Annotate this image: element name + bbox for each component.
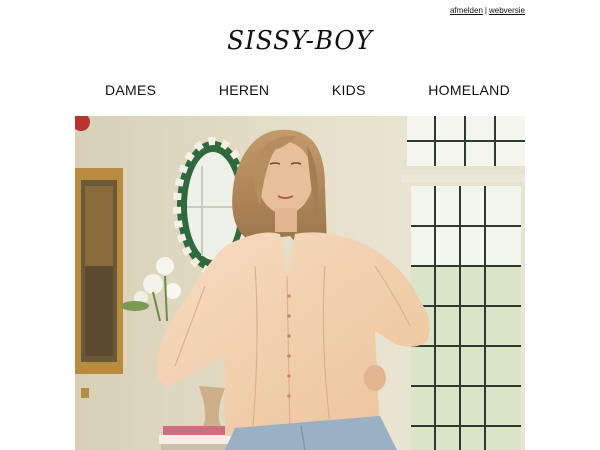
brand-logo[interactable]: SISSY-BOY bbox=[15, 26, 585, 56]
web-version-link[interactable]: webversie bbox=[489, 6, 525, 15]
nav-item-kids[interactable]: KIDS bbox=[332, 82, 366, 98]
utility-links: afmelden | webversie bbox=[450, 6, 525, 15]
hero-image[interactable] bbox=[75, 116, 525, 450]
nav-item-heren[interactable]: HEREN bbox=[219, 82, 270, 98]
unsubscribe-link[interactable]: afmelden bbox=[450, 6, 483, 15]
link-separator: | bbox=[484, 6, 487, 15]
nav-item-homeland[interactable]: HOMELAND bbox=[428, 82, 510, 98]
main-navigation: DAMES HEREN KIDS HOMELAND bbox=[75, 82, 525, 98]
nav-item-dames[interactable]: DAMES bbox=[105, 82, 156, 98]
hero-photo-illustration bbox=[75, 116, 525, 450]
